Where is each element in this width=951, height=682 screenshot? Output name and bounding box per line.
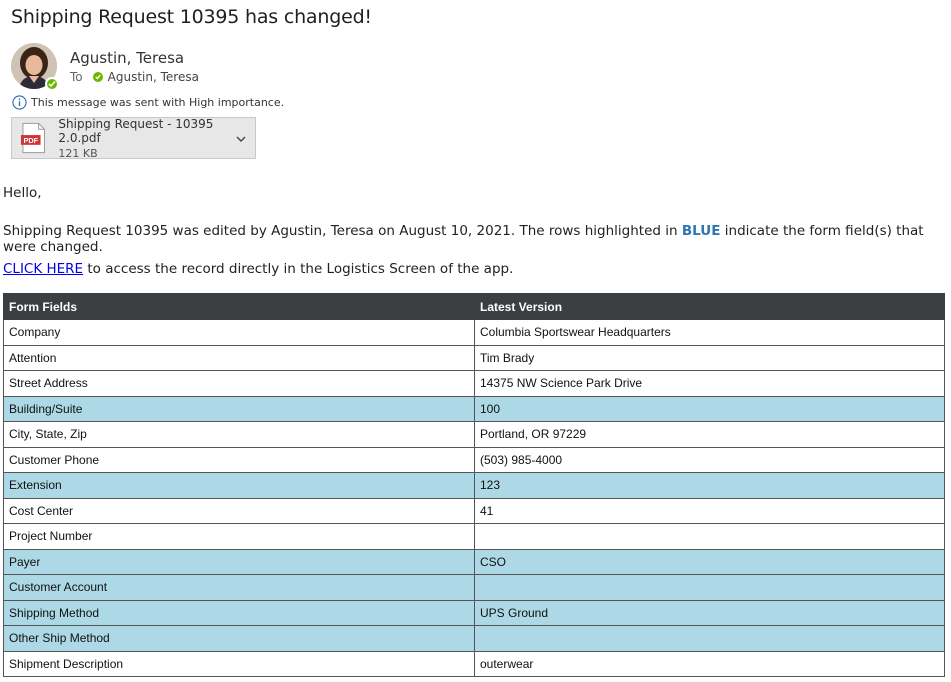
recipient-presence-icon	[92, 72, 103, 82]
table-row: Shipment Description outerwear	[3, 650, 945, 677]
field-name-cell: Customer Phone	[3, 446, 475, 473]
email-subject: Shipping Request 10395 has changed!	[11, 6, 372, 28]
field-value-cell: 100	[474, 395, 945, 422]
field-name-cell: Building/Suite	[3, 395, 475, 422]
field-value-cell: 123	[474, 472, 945, 499]
highlight-color-word: BLUE	[681, 223, 721, 239]
recipient-name[interactable]: Agustin, Teresa	[108, 70, 199, 84]
field-value-cell: UPS Ground	[474, 599, 945, 626]
form-fields-table: Form Fields Latest Version Company Columb…	[3, 293, 945, 677]
table-row: Project Number	[3, 523, 945, 550]
sender-avatar[interactable]	[11, 43, 59, 91]
greeting-text: Hello,	[3, 185, 42, 201]
field-name-cell: Shipment Description	[3, 650, 475, 677]
field-value-cell: 14375 NW Science Park Drive	[474, 370, 945, 397]
field-value-cell: Tim Brady	[474, 344, 945, 371]
table-row: Street Address 14375 NW Science Park Driv…	[3, 370, 945, 397]
table-row: City, State, Zip Portland, OR 97229	[3, 421, 945, 448]
field-value-cell: 41	[474, 497, 945, 524]
field-name-cell: Customer Account	[3, 574, 475, 601]
field-value-cell: (503) 985-4000	[474, 446, 945, 473]
info-icon	[12, 95, 27, 110]
pdf-label: PDF	[23, 136, 38, 145]
table-row: Other Ship Method	[3, 625, 945, 652]
table-row: Extension 123	[3, 472, 945, 499]
field-value-cell: CSO	[474, 548, 945, 575]
sender-name[interactable]: Agustin, Teresa	[70, 49, 184, 67]
chevron-down-icon[interactable]	[235, 133, 247, 145]
field-value-cell: outerwear	[474, 650, 945, 677]
field-value-cell	[474, 523, 945, 550]
field-name-cell: Project Number	[3, 523, 475, 550]
table-row: Shipping Method UPS Ground	[3, 599, 945, 626]
field-name-cell: Extension	[3, 472, 475, 499]
attachment-size: 121 KB	[58, 146, 98, 160]
field-name-cell: City, State, Zip	[3, 421, 475, 448]
table-header-row: Form Fields Latest Version	[3, 293, 945, 320]
importance-banner: This message was sent with High importan…	[12, 95, 284, 110]
field-value-cell	[474, 574, 945, 601]
field-value-cell: Portland, OR 97229	[474, 421, 945, 448]
edit-notice-prefix: Shipping Request 10395 was edited by Agu…	[3, 223, 682, 239]
attachment-name: Shipping Request - 10395 2.0.pdf	[58, 116, 214, 145]
attachment-card[interactable]: PDF Shipping Request - 10395 2.0.pdf 121…	[11, 116, 256, 160]
field-value-cell	[474, 625, 945, 652]
record-link-suffix: to access the record directly in the Log…	[83, 261, 514, 277]
field-value-cell: Columbia Sportswear Headquarters	[474, 319, 945, 346]
header-latest-version: Latest Version	[474, 293, 945, 320]
field-name-cell: Cost Center	[3, 497, 475, 524]
record-link-line: CLICK HERE to access the record directly…	[3, 261, 513, 277]
table-row: Cost Center 41	[3, 497, 945, 524]
table-row: Customer Account	[3, 574, 945, 601]
field-name-cell: Shipping Method	[3, 599, 475, 626]
field-name-cell: Street Address	[3, 370, 475, 397]
recipients-line: To Agustin, Teresa	[70, 70, 199, 84]
field-name-cell: Payer	[3, 548, 475, 575]
table-row: Attention Tim Brady	[3, 344, 945, 371]
field-name-cell: Other Ship Method	[3, 625, 475, 652]
click-here-link[interactable]: CLICK HERE	[3, 261, 83, 277]
field-name-cell: Attention	[3, 344, 475, 371]
importance-text: This message was sent with High importan…	[31, 96, 285, 109]
field-name-cell: Company	[3, 319, 475, 346]
header-form-fields: Form Fields	[3, 293, 475, 320]
to-label: To	[70, 70, 83, 84]
table-row: Customer Phone (503) 985-4000	[3, 446, 945, 473]
presence-available-icon	[45, 77, 59, 91]
table-row: Company Columbia Sportswear Headquarters	[3, 319, 945, 346]
table-row: Payer CSO	[3, 548, 945, 575]
edit-notice: Shipping Request 10395 was edited by Agu…	[3, 223, 951, 255]
pdf-file-icon: PDF	[21, 122, 45, 154]
table-row: Building/Suite 100	[3, 395, 945, 422]
